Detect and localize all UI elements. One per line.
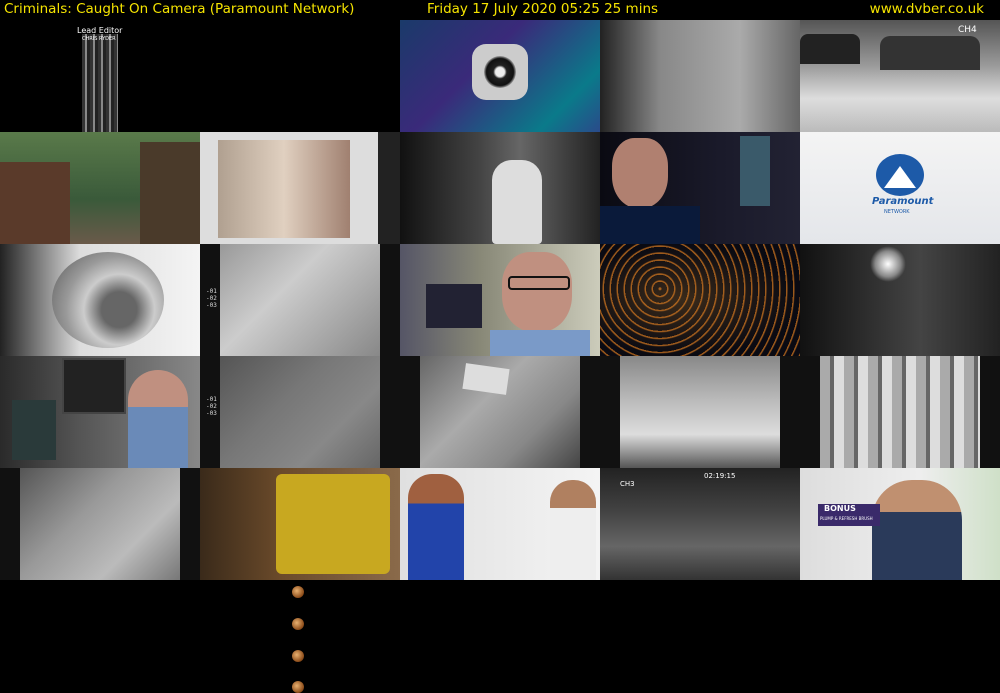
thumbnail-grey-blur[interactable] (600, 20, 800, 132)
header-bar: Criminals: Caught On Camera (Paramount N… (0, 0, 1000, 20)
dome-camera-icon (52, 252, 164, 348)
thumbnail-aerial-buildings[interactable] (0, 132, 200, 244)
page-dot-3[interactable] (292, 650, 304, 662)
thumbnail-black[interactable] (200, 20, 400, 132)
thumbnail-cctv-street[interactable]: CH3 02:19:15 (600, 468, 800, 580)
logo-text: Paramount (872, 196, 934, 207)
camera-timestamp: 02:19:15 (704, 472, 736, 480)
channel-label: CH4 (958, 25, 977, 35)
thermal-frame (20, 468, 180, 580)
car-shape (800, 34, 860, 64)
car-shape (880, 36, 980, 70)
thumbnail-night-cctv[interactable] (800, 244, 1000, 356)
mountain-icon (884, 166, 916, 188)
city-lights (600, 244, 800, 356)
light-glare (870, 246, 906, 282)
presenter-figure (550, 480, 596, 580)
monitor-shape (62, 358, 126, 414)
thumbnail-thermal-houses[interactable] (0, 468, 200, 580)
monitor-shape (12, 400, 56, 460)
glasses-icon (508, 276, 570, 290)
presenter-figure (408, 474, 464, 580)
thumbnail-credits[interactable]: Lead Editor CHRIS RYDER (0, 20, 200, 132)
person-figure (492, 160, 542, 244)
thumbnail-presenters[interactable] (400, 468, 600, 580)
thumbnail-night-cars[interactable]: CH4 (800, 20, 1000, 132)
site-link[interactable]: www.dvber.co.uk (870, 1, 984, 17)
thumbnail-warning-sign[interactable] (200, 468, 400, 580)
hud-readout: -01 -02 -03 (206, 288, 217, 309)
product-badge-title: BONUS (824, 504, 856, 513)
thumbnail-shopping-presenter[interactable]: BONUS PLUMP & REFRESH BRUSH (800, 468, 1000, 580)
broadcast-schedule: Friday 17 July 2020 05:25 25 mins (427, 1, 659, 17)
presenter-figure (872, 480, 962, 580)
thumbnail-woman-headset[interactable] (400, 244, 600, 356)
program-title: Criminals: Caught On Camera (Paramount N… (4, 1, 355, 17)
shirt-shape (490, 330, 590, 356)
page-dot-2[interactable] (292, 618, 304, 630)
page-dot-1[interactable] (292, 586, 304, 598)
credit-streaks (82, 34, 118, 132)
thumbnail-thermal-1[interactable]: -01 -02 -03 (200, 244, 400, 356)
operator-figure (128, 370, 188, 468)
thumbnail-aerial-night-city[interactable] (600, 244, 800, 356)
thermal-frame (220, 244, 380, 356)
thumbnail-lift-cctv[interactable] (400, 132, 600, 244)
thumbnail-man-interview[interactable] (600, 132, 800, 244)
monitor-side (378, 132, 400, 244)
building-shape (140, 142, 200, 244)
warning-sign-icon (276, 474, 390, 574)
monitor-shape (426, 284, 482, 328)
thumbnail-grid: Lead Editor CHRIS RYDER CH4 Paramount NE… (0, 20, 1000, 580)
page-indicator (292, 582, 308, 693)
thumbnail-thermal-streets[interactable] (600, 356, 800, 468)
thumbnail-dome-camera[interactable] (0, 244, 200, 356)
face-shape (502, 252, 572, 332)
thermal-frame (220, 356, 380, 468)
page-dot-4[interactable] (292, 681, 304, 693)
logo-subtext: NETWORK (884, 209, 910, 215)
thermal-frame (620, 356, 780, 468)
product-badge-subtitle: PLUMP & REFRESH BRUSH (820, 516, 873, 521)
thermal-frame (820, 356, 980, 468)
monitor-wall (740, 136, 770, 206)
building-shape (0, 162, 70, 244)
thumbnail-thermal-glitch[interactable] (800, 356, 1000, 468)
thumbnail-cctv-monitor[interactable] (200, 132, 400, 244)
thumbnail-thermal-2[interactable]: -01 -02 -03 (200, 356, 400, 468)
hud-readout: -01 -02 -03 (206, 396, 217, 417)
shirt-shape (600, 206, 700, 244)
thumbnail-camera-lens[interactable] (400, 20, 600, 132)
credit-sublabel: CHRIS RYDER (82, 36, 116, 42)
lens-core (484, 56, 516, 88)
thumbnail-paramount-logo[interactable]: Paramount NETWORK (800, 132, 1000, 244)
thumbnail-control-room[interactable] (0, 356, 200, 468)
thumbnail-thermal-rooftop[interactable] (400, 356, 600, 468)
credit-label: Lead Editor (77, 26, 123, 35)
camera-label: CH3 (620, 480, 635, 488)
monitor-screen (218, 140, 350, 238)
face-shape (612, 138, 668, 208)
